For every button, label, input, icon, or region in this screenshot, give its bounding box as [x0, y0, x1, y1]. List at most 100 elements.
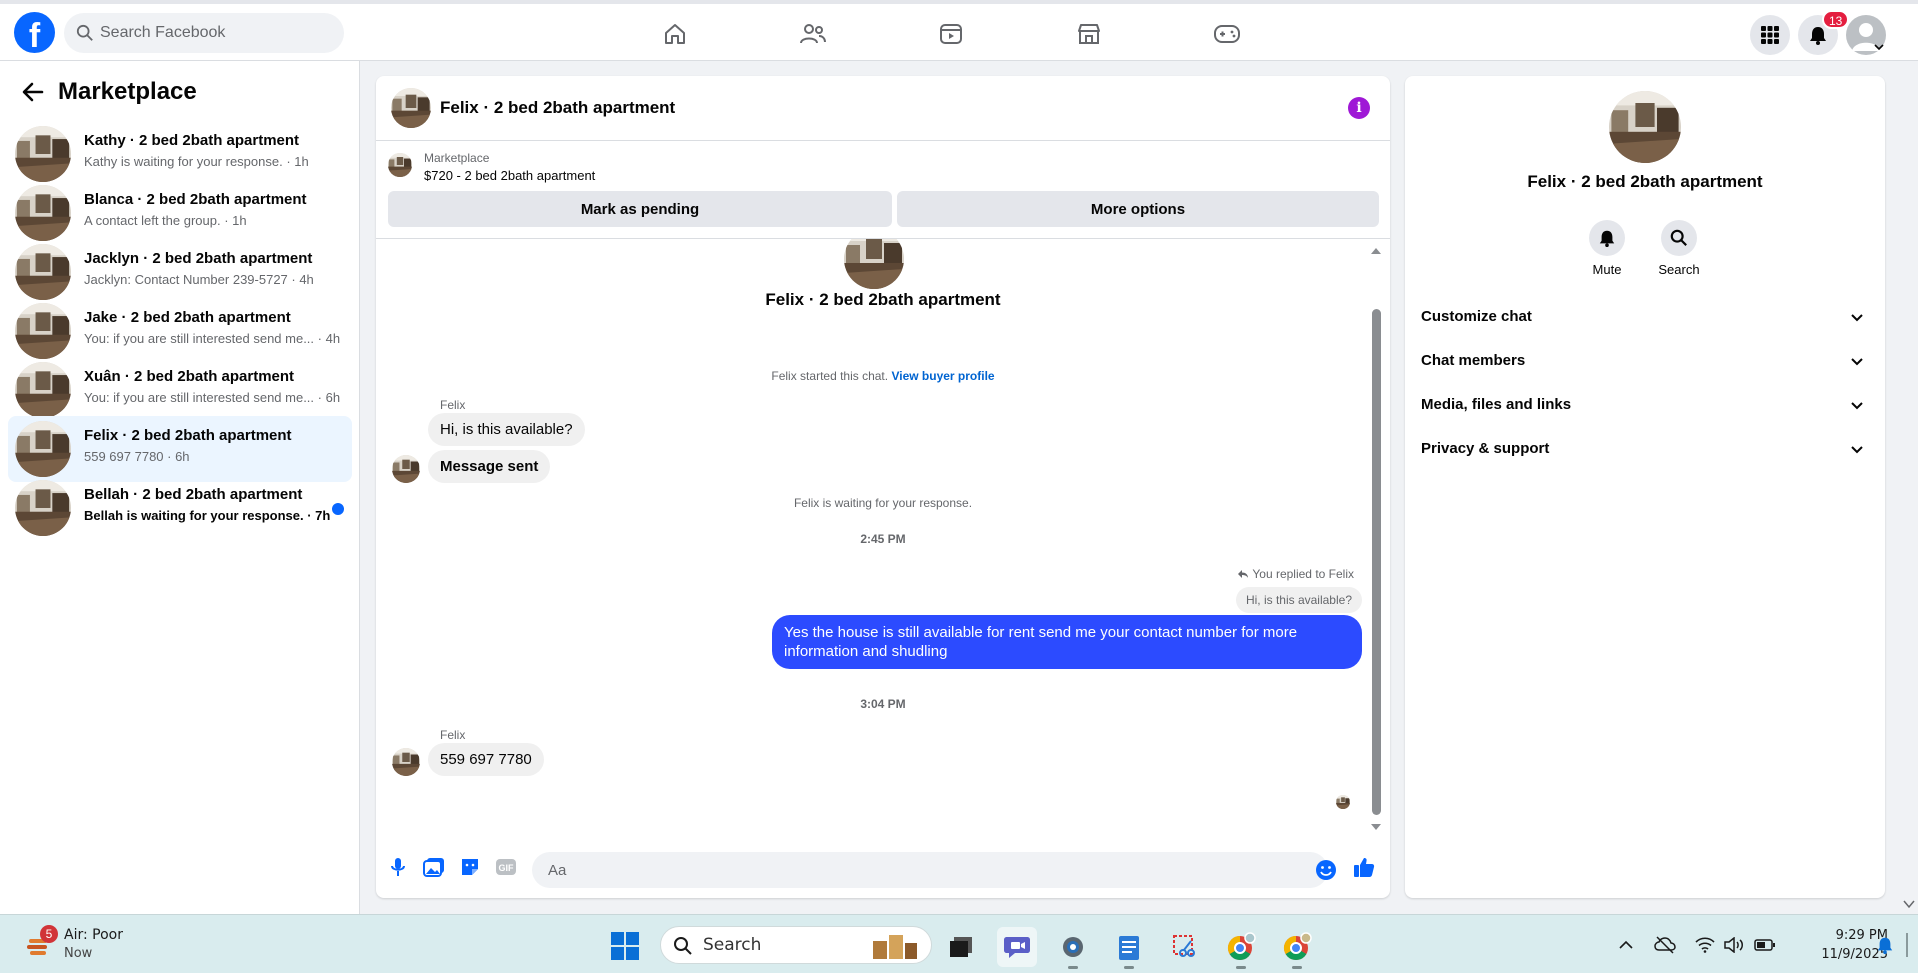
show-hidden-icons[interactable]: [1615, 935, 1637, 955]
section-media-files-links[interactable]: Media, files and links: [1413, 385, 1877, 425]
weather-badge: 5: [40, 925, 58, 943]
mute-action[interactable]: Mute: [1572, 220, 1642, 277]
tray-wifi[interactable]: [1694, 935, 1716, 955]
outgoing-message[interactable]: Yes the house is still available for ren…: [772, 615, 1362, 669]
taskbar-app-task-view[interactable]: [941, 927, 981, 967]
tray-battery[interactable]: [1754, 935, 1776, 955]
like-button[interactable]: [1352, 855, 1376, 879]
facebook-search-box[interactable]: [64, 13, 344, 53]
sidebar-header: Marketplace: [20, 75, 197, 109]
section-chat-members[interactable]: Chat members: [1413, 341, 1877, 381]
tray-notifications[interactable]: [1874, 935, 1896, 955]
thread-scrollbar[interactable]: [1370, 246, 1382, 832]
video-icon: [940, 24, 962, 44]
thread-title: Felix · 2 bed 2bath apartment: [765, 290, 1001, 309]
sender-avatar[interactable]: [392, 748, 420, 776]
svg-text:GIF: GIF: [499, 863, 515, 873]
attach-photo-button[interactable]: [422, 855, 446, 879]
nav-gaming[interactable]: [1192, 14, 1262, 54]
conversation-item[interactable]: Xuân · 2 bed 2bath apartment You: if you …: [8, 357, 352, 423]
thread-thumbnail: [844, 239, 904, 289]
marketplace-label: Marketplace: [424, 151, 490, 165]
taskbar-search-input[interactable]: [703, 927, 833, 963]
nav-marketplace[interactable]: [1054, 14, 1124, 54]
conversation-title: Kathy · 2 bed 2bath apartment: [84, 132, 300, 149]
page-scrollbar[interactable]: [1900, 61, 1918, 914]
sticker-button[interactable]: [458, 855, 482, 879]
conversation-item[interactable]: Felix · 2 bed 2bath apartment 559 697 778…: [8, 416, 352, 482]
taskbar-app-notepad[interactable]: [1109, 927, 1149, 969]
back-arrow-icon[interactable]: [20, 79, 46, 105]
battery-icon: [1754, 939, 1775, 951]
sender-avatar[interactable]: [392, 455, 420, 483]
running-indicator: [1068, 966, 1078, 969]
marketplace-icon: [1078, 24, 1100, 44]
tray-volume[interactable]: [1724, 935, 1746, 955]
conversation-title: Jake · 2 bed 2bath apartment: [84, 309, 291, 326]
details-thumbnail[interactable]: [1609, 91, 1681, 163]
view-buyer-profile-link[interactable]: View buyer profile: [891, 369, 994, 383]
section-customize-chat[interactable]: Customize chat: [1413, 297, 1877, 337]
system-clock[interactable]: 9:29 PM 11/9/2025: [1788, 926, 1888, 964]
incoming-message[interactable]: Message sent: [428, 450, 551, 483]
voice-clip-button[interactable]: [386, 855, 410, 879]
top-navigation-bar: f 13: [0, 0, 1918, 61]
facebook-search-input[interactable]: [100, 13, 330, 53]
conversation-item[interactable]: Bellah · 2 bed 2bath apartment Bellah is …: [8, 475, 352, 541]
taskbar-app-settings[interactable]: [1053, 927, 1093, 969]
listing-thumbnail[interactable]: [388, 153, 412, 177]
weather-subtitle: Now: [64, 946, 93, 961]
nav-video[interactable]: [916, 14, 986, 54]
section-label: Customize chat: [1421, 308, 1532, 325]
conversation-item[interactable]: Jake · 2 bed 2bath apartment You: if you …: [8, 298, 352, 364]
account-chevron-icon[interactable]: [1874, 43, 1884, 51]
conversation-thumbnail: [15, 421, 71, 477]
cloud-off-icon: [1654, 936, 1676, 954]
scroll-thumb[interactable]: [1372, 309, 1381, 815]
facebook-logo[interactable]: f: [14, 12, 55, 55]
gif-button[interactable]: GIF: [494, 855, 518, 879]
taskbar-search[interactable]: [660, 926, 932, 964]
scroll-down-icon[interactable]: [1903, 899, 1915, 909]
taskbar-app-chrome-profile[interactable]: [1277, 927, 1317, 969]
chat-thumbnail[interactable]: [391, 88, 431, 128]
message-input[interactable]: [532, 852, 1328, 888]
taskbar-app-chat[interactable]: [997, 927, 1037, 967]
incoming-message[interactable]: 559 697 7780: [428, 743, 544, 776]
waiting-note: Felix is waiting for your response.: [793, 496, 973, 510]
notepad-icon: [1119, 936, 1139, 960]
scroll-down-icon[interactable]: [1370, 822, 1382, 832]
replied-quote[interactable]: Hi, is this available?: [1235, 587, 1362, 613]
message-thread[interactable]: Felix · 2 bed 2bath apartment Felix star…: [376, 239, 1390, 839]
section-privacy-support[interactable]: Privacy & support: [1413, 429, 1877, 469]
conversation-item[interactable]: Jacklyn · 2 bed 2bath apartment Jacklyn: …: [8, 239, 352, 305]
scroll-up-icon[interactable]: [1370, 246, 1382, 256]
nav-home[interactable]: [640, 14, 710, 54]
taskbar-app-snipping-tool[interactable]: [1165, 927, 1205, 967]
taskbar-app-chrome[interactable]: [1221, 927, 1261, 969]
chevron-down-icon: [1851, 402, 1863, 410]
more-options-button[interactable]: More options: [897, 191, 1379, 227]
tray-onedrive[interactable]: [1654, 935, 1676, 955]
home-icon: [665, 24, 685, 44]
search-action[interactable]: Search: [1644, 220, 1714, 277]
conversation-item[interactable]: Kathy · 2 bed 2bath apartment Kathy is wa…: [8, 121, 352, 187]
details-title: Felix · 2 bed 2bath apartment: [1527, 172, 1763, 191]
windows-start-icon[interactable]: [610, 931, 640, 961]
emoji-button[interactable]: [1314, 858, 1338, 882]
conversation-item[interactable]: Blanca · 2 bed 2bath apartment A contact …: [8, 180, 352, 246]
marketplace-sidebar: Marketplace Kathy · 2 bed 2bath apartmen…: [0, 61, 360, 914]
menu-button[interactable]: [1750, 15, 1790, 55]
show-desktop-button[interactable]: [1906, 933, 1908, 957]
conversation-title: Xuân · 2 bed 2bath apartment: [84, 368, 295, 385]
main-nav: [640, 14, 1240, 54]
mark-as-pending-button[interactable]: Mark as pending: [388, 191, 892, 227]
listing-price-title[interactable]: $720 - 2 bed 2bath apartment: [424, 168, 595, 183]
chat-title[interactable]: Felix · 2 bed 2bath apartment: [440, 98, 675, 118]
microphone-icon: [391, 858, 405, 876]
info-icon[interactable]: i: [1348, 97, 1370, 119]
weather-widget[interactable]: 5 Air: Poor Now: [22, 925, 162, 965]
incoming-message[interactable]: Hi, is this available?: [428, 413, 585, 446]
nav-friends[interactable]: [778, 14, 848, 54]
search-icon: [674, 937, 692, 955]
